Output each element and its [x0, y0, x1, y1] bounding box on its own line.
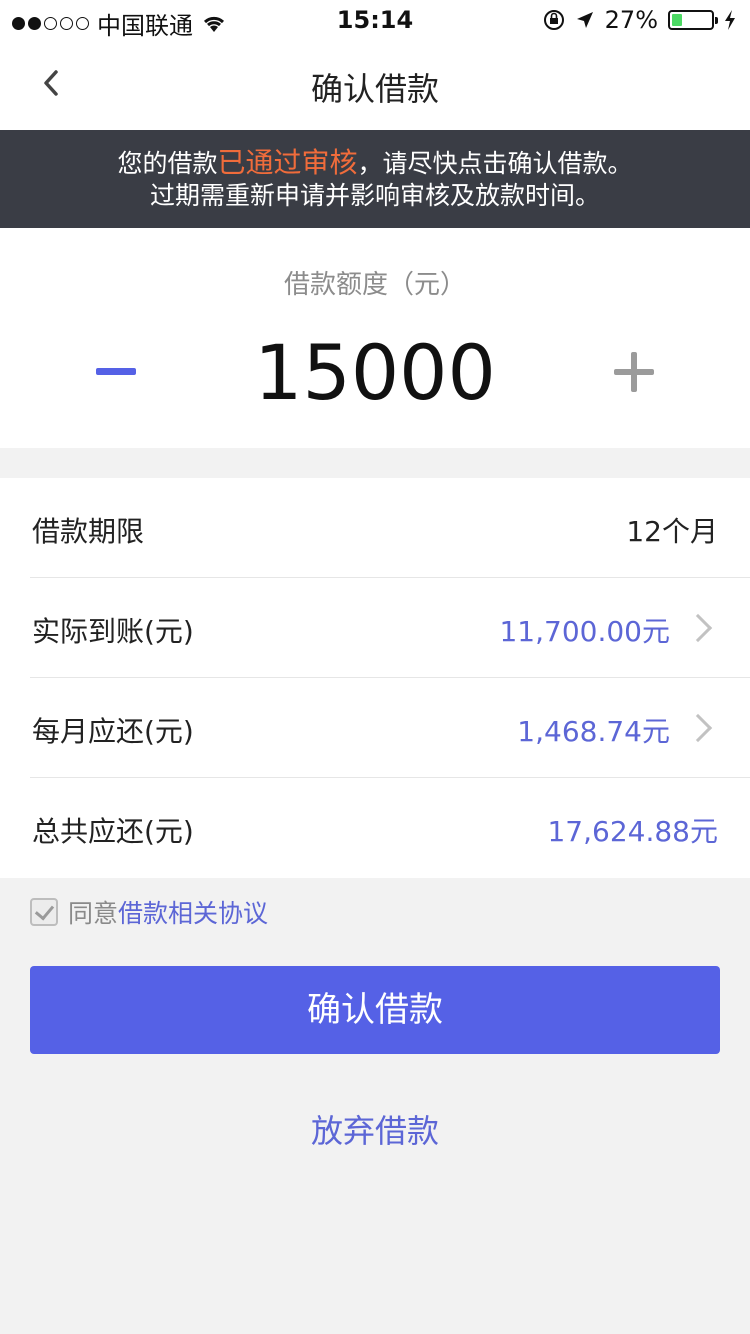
- status-bar: 中国联通 15:14 27%: [0, 0, 750, 40]
- chevron-right-icon: [683, 613, 713, 643]
- loan-details-list: 借款期限 12个月 实际到账(元) 11,700.00元 每月应还(元) 1,4…: [0, 478, 750, 878]
- notice-suffix: ，请尽快点击确认借款。: [357, 149, 633, 178]
- amount-label: 借款额度（元）: [283, 270, 466, 300]
- agreement-prefix: 同意: [68, 899, 119, 928]
- increase-amount-button[interactable]: [614, 352, 654, 392]
- location-arrow-icon: [576, 12, 593, 28]
- total-label: 总共应还(元): [32, 815, 194, 848]
- notice-line-2: 过期需重新申请并影响审核及放款时间。: [149, 181, 600, 210]
- list-item-received[interactable]: 实际到账(元) 11,700.00元: [0, 578, 750, 678]
- chevron-right-icon: [683, 713, 713, 743]
- list-item-monthly[interactable]: 每月应还(元) 1,468.74元: [0, 678, 750, 778]
- received-label: 实际到账(元): [32, 615, 194, 648]
- term-value: 12个月: [626, 515, 718, 548]
- monthly-value: 1,468.74元: [517, 715, 670, 748]
- received-value: 11,700.00元: [499, 615, 670, 648]
- term-label: 借款期限: [32, 515, 145, 548]
- notice-highlight: 已通过审核: [217, 146, 358, 179]
- agreement-checkbox[interactable]: [30, 898, 58, 926]
- battery-percent: 27%: [604, 6, 658, 34]
- abandon-loan-link[interactable]: 放弃借款: [0, 1106, 750, 1152]
- list-item-total: 总共应还(元) 17,624.88元: [0, 778, 750, 878]
- nav-bar: 确认借款: [0, 40, 750, 130]
- status-right: 27%: [543, 6, 736, 34]
- battery-icon: [668, 10, 718, 30]
- list-item-term: 借款期限 12个月: [0, 478, 750, 578]
- notice-prefix: 您的借款: [117, 149, 218, 178]
- agreement-row: 同意 借款相关协议: [30, 894, 268, 930]
- total-value: 17,624.88元: [547, 815, 718, 848]
- page-title: 确认借款: [310, 70, 439, 108]
- notice-line-1: 您的借款已通过审核，请尽快点击确认借款。: [0, 147, 750, 180]
- rotation-lock-icon: [543, 10, 564, 30]
- charging-bolt-icon: [725, 10, 735, 30]
- agreement-link[interactable]: 借款相关协议: [118, 894, 268, 930]
- approval-notice-banner: 您的借款已通过审核，请尽快点击确认借款。 过期需重新申请并影响审核及放款时间。: [0, 130, 750, 228]
- confirm-loan-button[interactable]: 确认借款: [30, 966, 720, 1054]
- loan-amount-card: 借款额度（元） 15000: [0, 228, 750, 448]
- monthly-label: 每月应还(元): [32, 715, 194, 748]
